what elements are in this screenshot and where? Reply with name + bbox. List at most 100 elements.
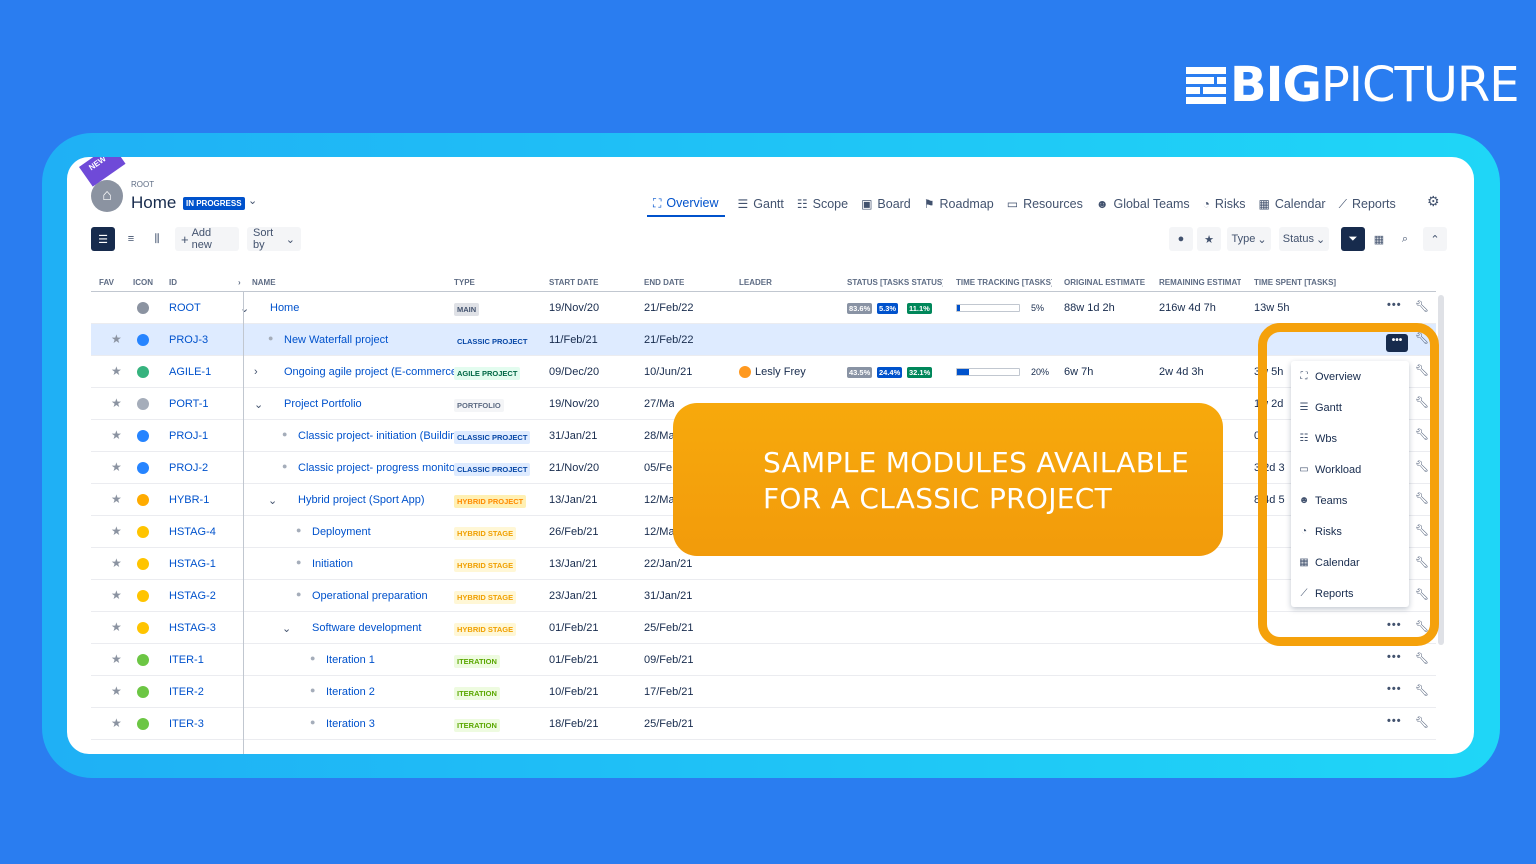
item-id[interactable]: PROJ-1 [169,430,231,442]
star-icon[interactable]: ★ [111,684,122,698]
star-icon[interactable]: ★ [111,492,122,506]
gear-icon[interactable]: ⚙ [1427,193,1440,210]
table-row[interactable]: ★ ITER-2 ● Iteration 2 ITERATION 10/Feb/21 17/… [91,676,1436,708]
item-id[interactable]: HSTAG-4 [169,526,231,538]
more-icon[interactable]: ••• [1387,299,1402,311]
table-row[interactable]: ★ AGILE-1 › Ongoing agile project (E-commer… [91,356,1436,388]
table-row[interactable]: ★ PROJ-3 ● New Waterfall project CLASSIC PRO… [91,324,1436,356]
add-new-button[interactable]: + Add new [175,227,239,251]
filter-button[interactable]: ⏷ [1341,227,1365,251]
star-icon[interactable]: ★ [111,332,122,346]
star-icon[interactable]: ★ [111,716,122,730]
col-fav[interactable]: FAV [99,278,129,287]
status-segment: 11.1% [907,303,932,314]
more-icon[interactable]: ••• [1387,715,1402,727]
item-id[interactable]: HSTAG-3 [169,622,231,634]
star-icon[interactable]: ★ [111,588,122,602]
table-row[interactable]: ★ HSTAG-3 ⌄ Software development HYBRID STAG… [91,612,1436,644]
item-name[interactable]: Classic project- initiation (Building [298,430,464,442]
col-remaining-estimate[interactable]: REMAINING ESTIMATE [1159,278,1241,287]
star-icon[interactable]: ★ [111,428,122,442]
item-id[interactable]: ITER-1 [169,654,231,666]
item-id[interactable]: PROJ-2 [169,462,231,474]
tab-overview[interactable]: ⛶ Overview [647,191,725,217]
leader-name[interactable]: Lesly Frey [755,366,806,378]
item-type-icon [137,686,149,698]
col-original-estimate[interactable]: ORIGINAL ESTIMATE [1064,278,1146,287]
wrench-icon[interactable]: 🔧︎ [1415,300,1429,313]
column-view-button[interactable]: ⫼ [145,227,169,251]
item-type-icon [137,526,149,538]
list-view-button[interactable]: ☰ [91,227,115,251]
chevron-down-icon[interactable]: ⌄ [282,622,291,635]
sort-by-button[interactable]: Sort by ⌄ [247,227,301,251]
tab-resources[interactable]: ▭ Resources [1007,191,1083,217]
table-row[interactable]: ROOT ⌄ Home MAIN 19/Nov/20 21/Feb/22 83.6% 5.3%… [91,292,1436,324]
item-id[interactable]: ITER-2 [169,686,231,698]
item-name[interactable]: Classic project- progress monitor [298,462,464,474]
wrench-icon[interactable]: 🔧︎ [1415,716,1429,729]
item-id[interactable]: PROJ-3 [169,334,231,346]
col-type[interactable]: TYPE [454,278,494,287]
item-id[interactable]: ROOT [169,302,231,314]
col-id[interactable]: ID [169,278,199,287]
chevron-down-icon[interactable]: ⌄ [248,194,257,207]
calendar-button[interactable]: ▦ [1367,227,1391,251]
item-name[interactable]: Home [270,302,450,314]
item-name[interactable]: Hybrid project (Sport App) [298,494,478,506]
star-icon[interactable]: ★ [111,556,122,570]
col-icon[interactable]: ICON [133,278,163,287]
star-icon[interactable]: ★ [111,364,122,378]
table-row[interactable]: ★ HSTAG-2 ● Operational preparation HYBRID S… [91,580,1436,612]
chevron-down-icon[interactable]: ⌄ [240,302,249,315]
col-end-date[interactable]: END DATE [644,278,704,287]
item-id[interactable]: HSTAG-1 [169,558,231,570]
tab-global-teams[interactable]: ☻ Global Teams [1096,191,1190,217]
item-name[interactable]: Ongoing agile project (E-commerce p [284,366,464,378]
col-leader[interactable]: LEADER [739,278,799,287]
item-id[interactable]: HYBR-1 [169,494,231,506]
col-time-spent[interactable]: TIME SPENT [TASKS] [1254,278,1336,287]
wrench-icon[interactable]: 🔧︎ [1415,652,1429,665]
tab-roadmap[interactable]: ⚑ Roadmap [924,191,994,217]
item-name[interactable]: New Waterfall project [284,334,464,346]
table-row[interactable]: ★ ITER-3 ● Iteration 3 ITERATION 18/Feb/21 25/… [91,708,1436,740]
type-filter[interactable]: Type ⌄ [1227,227,1271,251]
col-time-tracking[interactable]: TIME TRACKING [TASKS] [956,278,1052,287]
more-icon[interactable]: ••• [1387,683,1402,695]
expand-all-icon[interactable]: › [238,278,248,287]
item-id[interactable]: HSTAG-2 [169,590,231,602]
item-id[interactable]: AGILE-1 [169,366,231,378]
chevron-right-icon[interactable]: › [254,366,258,378]
tab-gantt[interactable]: ☰ Gantt [738,191,784,217]
user-filter-button[interactable]: ● [1169,227,1193,251]
star-icon[interactable]: ★ [111,652,122,666]
star-icon[interactable]: ★ [111,620,122,634]
star-icon[interactable]: ★ [111,460,122,474]
item-name[interactable]: Project Portfolio [284,398,464,410]
item-id[interactable]: PORT-1 [169,398,231,410]
chevron-down-icon[interactable]: ⌄ [254,398,263,411]
col-name[interactable]: NAME [252,278,292,287]
item-id[interactable]: ITER-3 [169,718,231,730]
col-start-date[interactable]: START DATE [549,278,609,287]
tab-reports[interactable]: ⟋ Reports [1339,191,1396,217]
search-button[interactable]: ⌕ [1393,227,1417,251]
collapse-button[interactable]: ⌃ [1423,227,1447,251]
star-icon[interactable]: ★ [111,396,122,410]
col-status[interactable]: STATUS [TASKS STATUS] [847,278,943,287]
wrench-icon[interactable]: 🔧︎ [1415,684,1429,697]
tab-scope[interactable]: ☷ Scope [797,191,848,217]
table-row[interactable]: ★ ITER-1 ● Iteration 1 ITERATION 01/Feb/21 09/… [91,644,1436,676]
tab-risks[interactable]: ◔ Risks [1203,191,1246,217]
tab-calendar[interactable]: ▦ Calendar [1258,191,1325,217]
star-icon[interactable]: ★ [111,524,122,538]
more-icon[interactable]: ••• [1387,651,1402,663]
tab-board[interactable]: ▣ Board [861,191,911,217]
tree-view-button[interactable]: ≡ [119,227,143,251]
chevron-down-icon[interactable]: ⌄ [268,494,277,507]
breadcrumb[interactable]: ROOT [131,180,154,189]
menu-highlight-ring [1258,323,1439,646]
status-filter[interactable]: Status ⌄ [1279,227,1329,251]
favorite-filter-button[interactable]: ★ [1197,227,1221,251]
